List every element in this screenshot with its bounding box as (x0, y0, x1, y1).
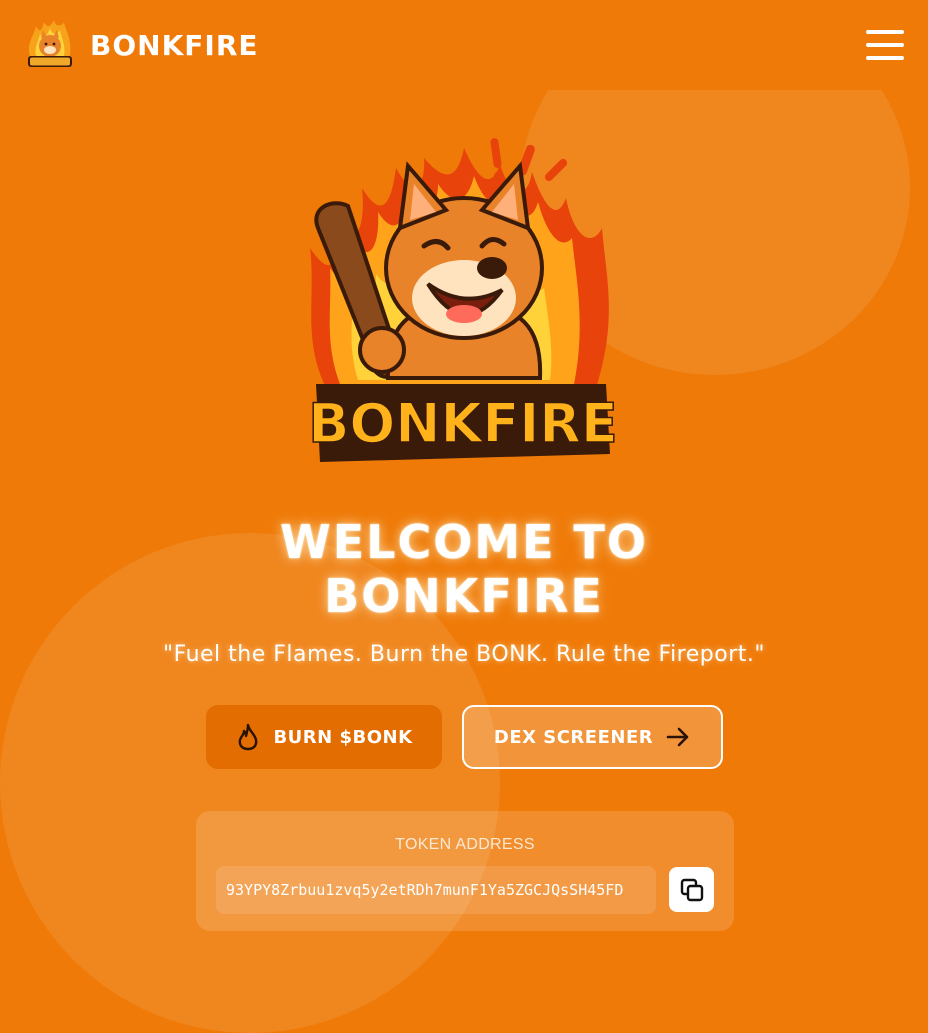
copy-icon (680, 878, 703, 901)
bonkfire-logo-icon[interactable] (24, 18, 76, 70)
brand-name[interactable]: BONKFIRE (90, 29, 259, 62)
hero-logo-text: BONKFIRE (308, 392, 618, 455)
tagline: "Fuel the Flames. Burn the BONK. Rule th… (163, 642, 765, 667)
flame-icon (239, 723, 258, 751)
dex-screener-button[interactable]: DEX SCREENER (462, 705, 723, 769)
bonkfire-hero-logo: BONKFIRE (307, 138, 619, 462)
token-address-field[interactable]: 93YPY8Zrbuu1zvq5y2etRDh7munF1Ya5ZGCJQsSH… (216, 866, 656, 914)
burn-bonk-label: BURN $BONK (273, 726, 413, 748)
burn-bonk-button[interactable]: BURN $BONK (206, 705, 442, 769)
site-header: BONKFIRE (0, 0, 928, 90)
dex-screener-label: DEX SCREENER (493, 726, 654, 748)
page-title-line2: BONKFIRE (324, 569, 604, 623)
page-title: WELCOME TO BONKFIRE (0, 515, 928, 623)
page-title-line1: WELCOME TO (279, 515, 649, 569)
copy-address-button[interactable] (669, 867, 714, 912)
token-address-label: TOKEN ADDRESS (395, 836, 535, 853)
arrow-right-icon (666, 727, 689, 747)
hamburger-menu-icon[interactable] (866, 30, 904, 60)
token-address-card: TOKEN ADDRESS 93YPY8Zrbuu1zvq5y2etRDh7mu… (196, 811, 734, 931)
